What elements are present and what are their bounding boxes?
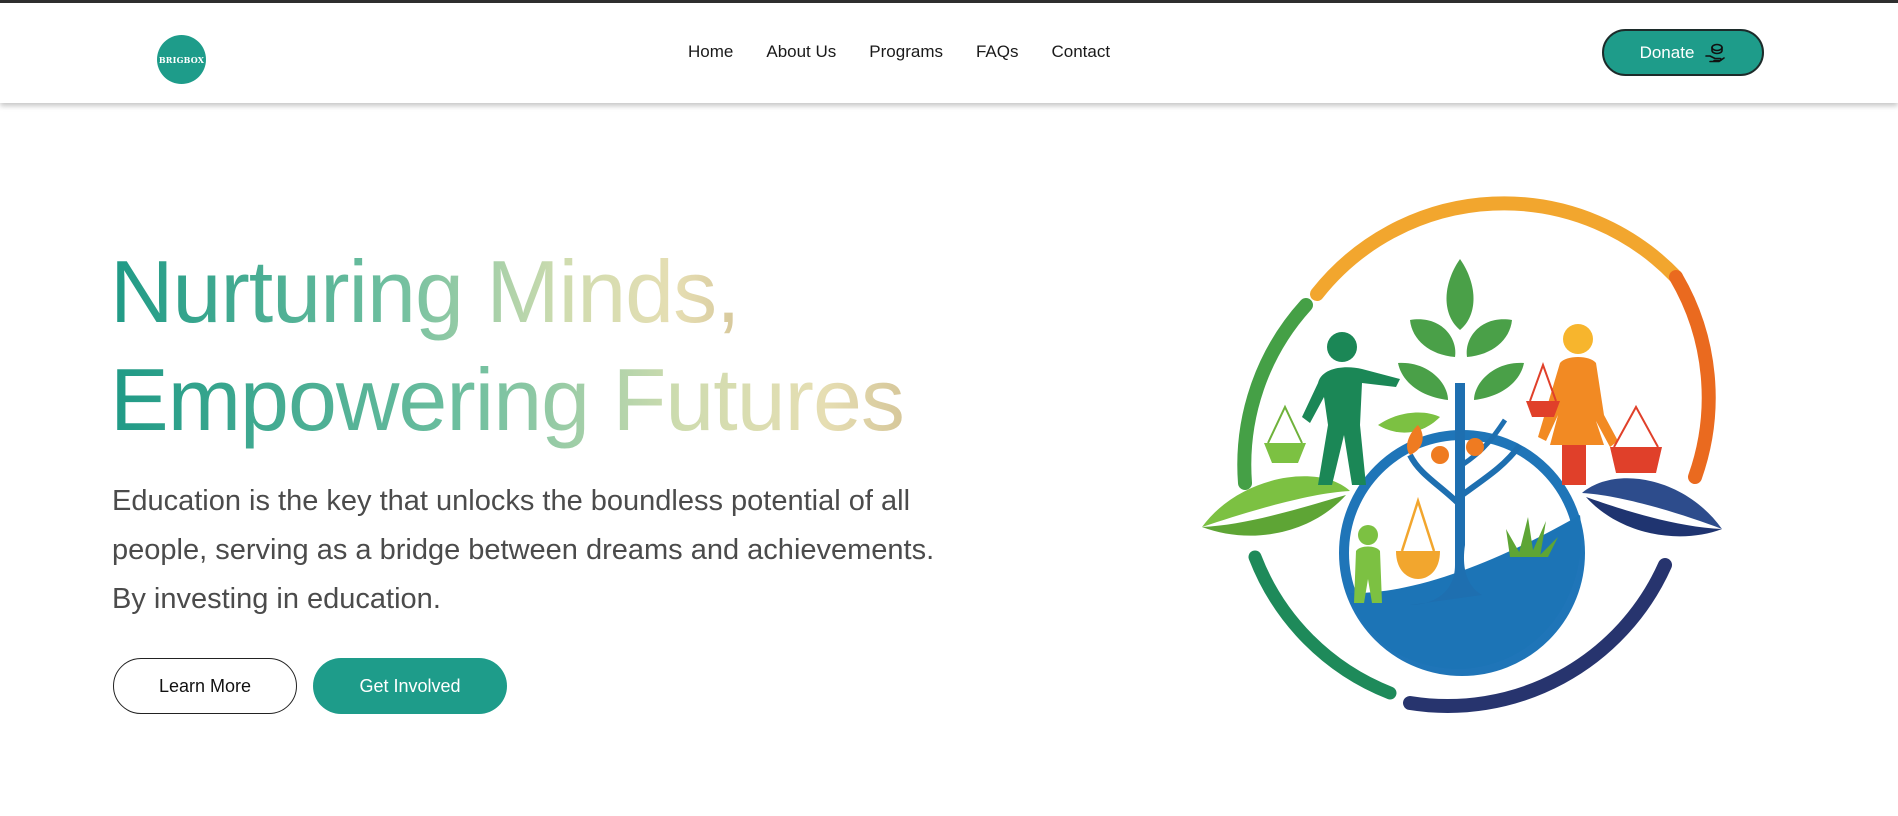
learn-more-button[interactable]: Learn More bbox=[113, 658, 297, 714]
nav-contact-link[interactable]: Contact bbox=[1052, 42, 1111, 62]
get-involved-button[interactable]: Get Involved bbox=[313, 658, 507, 714]
nav-about-link[interactable]: About Us bbox=[766, 42, 836, 62]
nav-faqs-link[interactable]: FAQs bbox=[976, 42, 1019, 62]
brand-logo[interactable]: BRIGBOX bbox=[157, 35, 206, 84]
site-header: BRIGBOX Home About Us Programs FAQs Cont… bbox=[0, 3, 1898, 103]
nav-programs-link[interactable]: Programs bbox=[869, 42, 943, 62]
hero-title-line-2: Empowering Futures bbox=[110, 346, 905, 454]
hand-coin-icon bbox=[1704, 42, 1726, 64]
hero-description: Education is the key that unlocks the bo… bbox=[112, 485, 935, 615]
donate-button[interactable]: Donate bbox=[1602, 29, 1764, 76]
donate-label: Donate bbox=[1639, 42, 1695, 62]
main-nav: Home About Us Programs FAQs Contact bbox=[688, 42, 1110, 62]
logo-text: BRIGBOX bbox=[158, 54, 205, 65]
hero-title-line-1: Nurturing Minds, bbox=[110, 238, 741, 346]
hero-title: Nurturing Minds, Empowering Futures bbox=[110, 238, 990, 454]
nav-home-link[interactable]: Home bbox=[688, 42, 733, 62]
education-emblem-icon bbox=[1202, 196, 1722, 713]
hero-illustration bbox=[1110, 125, 1800, 815]
